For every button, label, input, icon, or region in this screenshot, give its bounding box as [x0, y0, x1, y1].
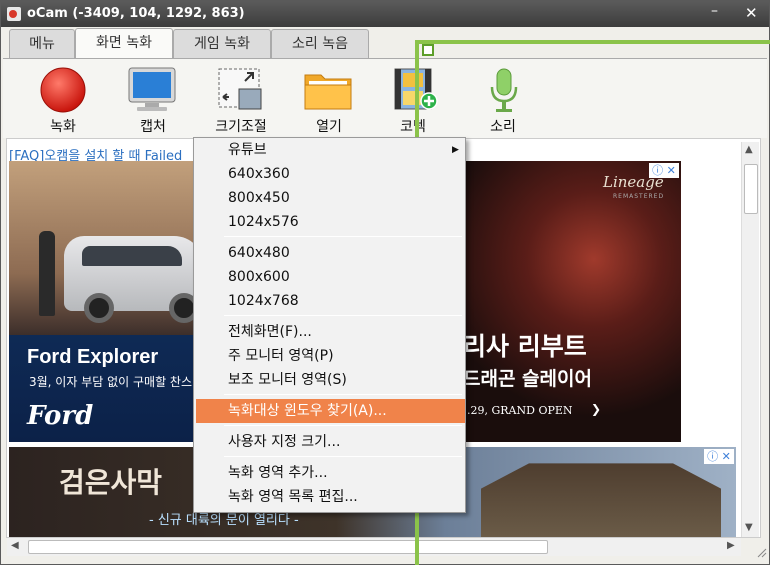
codec-film-icon [394, 68, 438, 110]
resize-dropdown-menu: 유튜브 ▶ 640x360 800x450 1024x576 640x480 8… [193, 137, 466, 513]
menu-item-find-target-window[interactable]: 녹화대상 윈도우 찾기(A)... [196, 399, 465, 423]
monitor-icon [128, 67, 176, 111]
menu-item-add-record-area[interactable]: 녹화 영역 추가... [196, 461, 465, 485]
ad-info-close-icon[interactable]: ⓘ ✕ [704, 449, 734, 464]
toolbar: 녹화 캡처 크기조절 열기 코덱 소리 [3, 58, 767, 138]
ad-info-close-icon[interactable]: ⓘ ✕ [649, 163, 679, 178]
scroll-up-icon[interactable]: ▲ [745, 144, 753, 155]
scroll-down-icon[interactable]: ▼ [745, 522, 753, 533]
resize-icon [218, 68, 262, 110]
ad-car-wheel [84, 293, 114, 323]
menu-item-800x600[interactable]: 800x600 [196, 265, 465, 289]
menu-item-youtube[interactable]: 유튜브 ▶ [196, 138, 465, 162]
ad-black-desert-headline: 검은사막 [59, 466, 163, 499]
folder-icon [304, 74, 352, 110]
scroll-right-icon[interactable]: ▶ [727, 540, 735, 551]
menu-item-800x450[interactable]: 800x450 [196, 186, 465, 210]
window-title: oCam (-3409, 104, 1292, 863) [27, 6, 245, 21]
title-bar[interactable]: oCam (-3409, 104, 1292, 863) – ✕ [1, 1, 769, 27]
ad-arrow-icon: ❯ [591, 402, 602, 416]
resize-label: 크기조절 [215, 119, 267, 135]
capture-label: 캡처 [140, 119, 166, 135]
menu-item-primary-monitor[interactable]: 주 모니터 영역(P) [196, 344, 465, 368]
menu-separator [224, 315, 462, 316]
microphone-icon [490, 68, 518, 112]
minimize-button[interactable]: – [711, 3, 718, 19]
codec-button[interactable]: 코덱 [373, 59, 453, 139]
vertical-scrollbar[interactable]: ▲ ▼ [741, 142, 759, 537]
horizontal-scrollbar[interactable]: ◀ ▶ [7, 538, 741, 556]
ocam-app-icon [7, 7, 21, 21]
menu-separator [224, 456, 462, 457]
lineage-remastered: REMASTERED [613, 193, 665, 200]
ad-lineage-line1: 리사 리부트 [463, 332, 587, 361]
ad-building-image [481, 463, 721, 537]
record-label: 녹화 [50, 119, 76, 135]
menu-item-label: 유튜브 [228, 142, 267, 158]
vertical-scroll-thumb[interactable] [744, 164, 758, 214]
tab-screen-record[interactable]: 화면 녹화 [75, 28, 173, 59]
menu-item-1024x576[interactable]: 1024x576 [196, 210, 465, 234]
menu-item-edit-record-area-list[interactable]: 녹화 영역 목록 편집... [196, 485, 465, 509]
menu-item-secondary-monitor[interactable]: 보조 모니터 영역(S) [196, 368, 465, 392]
ford-ad-banner[interactable]: Ford Explorer 3월, 이자 부담 없이 구매할 찬스 Ford [9, 161, 202, 442]
submenu-arrow-icon: ▶ [452, 145, 459, 155]
tab-menu[interactable]: 메뉴 [9, 29, 75, 58]
sound-label: 소리 [490, 119, 516, 135]
ad-ford-headline: Ford Explorer [27, 346, 159, 368]
sound-button[interactable]: 소리 [463, 59, 543, 139]
menu-item-custom-size[interactable]: 사용자 지정 크기... [196, 430, 465, 454]
open-label: 열기 [316, 119, 342, 135]
open-button[interactable]: 열기 [289, 59, 369, 139]
tab-sound-record[interactable]: 소리 녹음 [271, 29, 369, 58]
ad-person [39, 231, 55, 316]
resize-button[interactable]: 크기조절 [201, 59, 281, 139]
record-icon [40, 67, 86, 113]
menu-item-1024x768[interactable]: 1024x768 [196, 289, 465, 313]
record-button[interactable]: 녹화 [23, 59, 103, 139]
ford-logo: Ford [27, 401, 94, 431]
resize-grip-icon[interactable] [757, 548, 767, 558]
menu-item-640x480[interactable]: 640x480 [196, 241, 465, 265]
menu-item-fullscreen[interactable]: 전체화면(F)... [196, 320, 465, 344]
menu-item-640x360[interactable]: 640x360 [196, 162, 465, 186]
lineage-ad-banner[interactable]: Lineage REMASTERED 리사 리부트 드래곤 슬레이어 .29, … [463, 161, 681, 442]
tab-game-record[interactable]: 게임 녹화 [173, 29, 271, 58]
horizontal-scroll-thumb[interactable] [28, 540, 548, 554]
capture-button[interactable]: 캡처 [113, 59, 193, 139]
scroll-left-icon[interactable]: ◀ [11, 540, 19, 551]
ad-lineage-line2: 드래곤 슬레이어 [463, 368, 592, 390]
codec-label: 코덱 [400, 119, 426, 135]
menu-separator [224, 425, 462, 426]
menu-separator [224, 236, 462, 237]
menu-separator [224, 394, 462, 395]
ad-ford-subtext: 3월, 이자 부담 없이 구매할 찬스 [29, 375, 193, 389]
ad-lineage-date: .29, GRAND OPEN [467, 404, 573, 417]
close-button[interactable]: ✕ [745, 4, 758, 22]
